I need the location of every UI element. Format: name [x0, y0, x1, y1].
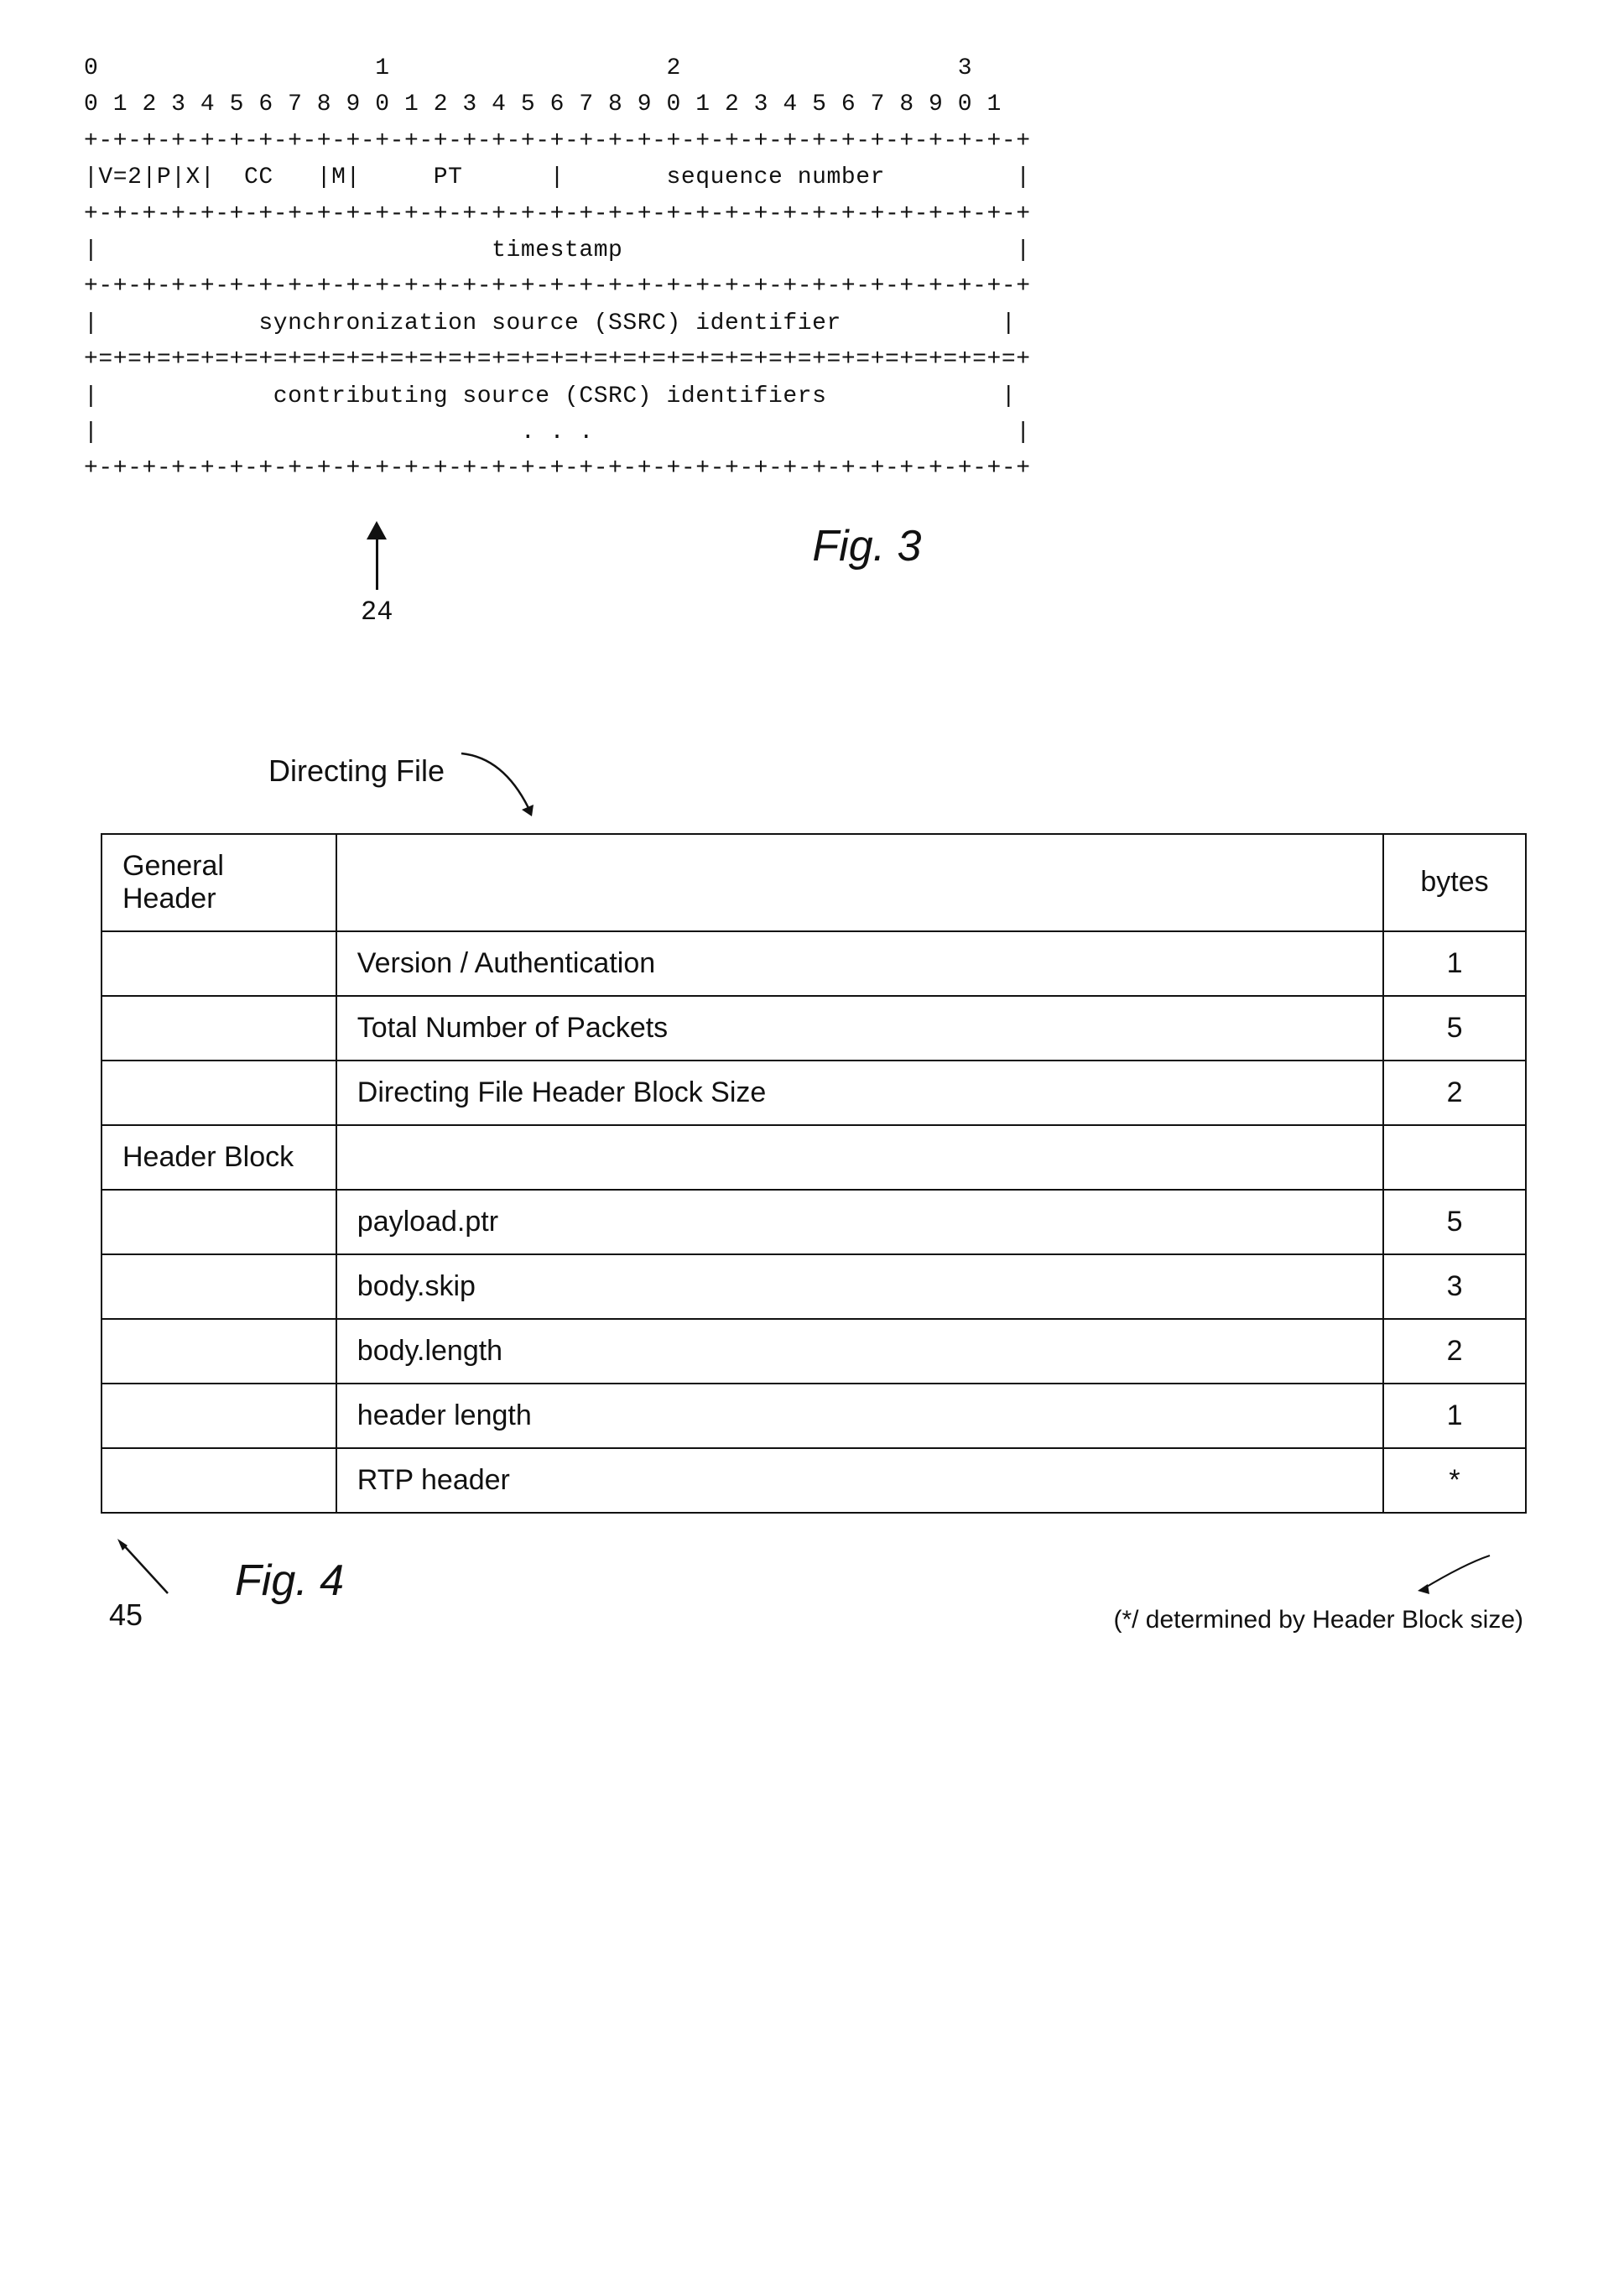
directing-file-label: Directing File — [268, 753, 445, 789]
table-cell-right-5: 5 — [1383, 1190, 1526, 1254]
table-cell-mid-3: Directing File Header Block Size — [336, 1061, 1383, 1125]
table-cell-left-8 — [102, 1384, 336, 1448]
fig4-section: Directing File General Header bytesVersio… — [101, 745, 1574, 1634]
table-cell-right-7: 2 — [1383, 1319, 1526, 1384]
table-cell-left-1 — [102, 931, 336, 996]
table-cell-right-0: bytes — [1383, 834, 1526, 931]
fig3-section: 0 1 2 3 0 1 2 3 4 5 6 7 8 9 0 1 2 3 4 5 … — [84, 50, 1574, 628]
table-cell-left-5 — [102, 1190, 336, 1254]
label-24: 24 — [361, 597, 393, 628]
table-cell-mid-8: header length — [336, 1384, 1383, 1448]
note-arrow — [1356, 1539, 1523, 1606]
table-cell-right-9: * — [1383, 1448, 1526, 1513]
table-cell-right-8: 1 — [1383, 1384, 1526, 1448]
table-cell-mid-1: Version / Authentication — [336, 931, 1383, 996]
arrow-24: 24 — [361, 521, 393, 628]
table-cell-mid-4 — [336, 1125, 1383, 1190]
table-cell-mid-7: body.length — [336, 1319, 1383, 1384]
fig3-label: Fig. 3 — [812, 521, 921, 571]
table-cell-mid-5: payload.ptr — [336, 1190, 1383, 1254]
table-cell-right-1: 1 — [1383, 931, 1526, 996]
arrow-45 — [109, 1530, 185, 1597]
table-cell-right-3: 2 — [1383, 1061, 1526, 1125]
table-cell-mid-9: RTP header — [336, 1448, 1383, 1513]
directing-file-arrow — [453, 749, 562, 833]
table-cell-right-2: 5 — [1383, 996, 1526, 1061]
table-cell-mid-0 — [336, 834, 1383, 931]
table-cell-left-3 — [102, 1061, 336, 1125]
table-cell-left-9 — [102, 1448, 336, 1513]
table-cell-mid-2: Total Number of Packets — [336, 996, 1383, 1061]
rtp-diagram: 0 1 2 3 0 1 2 3 4 5 6 7 8 9 0 1 2 3 4 5 … — [84, 50, 1574, 487]
table-cell-left-2 — [102, 996, 336, 1061]
table-cell-left-4: Header Block — [102, 1125, 336, 1190]
table-cell-mid-6: body.skip — [336, 1254, 1383, 1319]
table-cell-left-7 — [102, 1319, 336, 1384]
table-cell-left-6 — [102, 1254, 336, 1319]
directing-file-table: General Header bytesVersion / Authenticat… — [101, 833, 1527, 1514]
table-cell-left-0: General Header — [102, 834, 336, 931]
fig4-label: Fig. 4 — [235, 1556, 344, 1606]
table-cell-right-4 — [1383, 1125, 1526, 1190]
fig4-note: (*/ determined by Header Block size) — [1113, 1606, 1523, 1634]
label-45: 45 — [109, 1597, 143, 1633]
table-cell-right-6: 3 — [1383, 1254, 1526, 1319]
